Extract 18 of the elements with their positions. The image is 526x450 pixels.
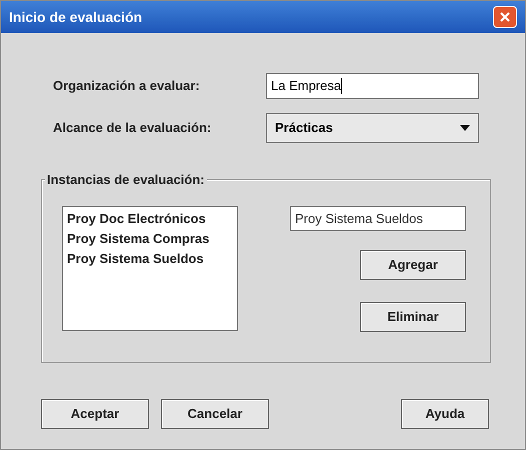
window-title: Inicio de evaluación [9,8,142,26]
close-icon [499,11,511,23]
instance-list[interactable]: Proy Doc Electrónicos Proy Sistema Compras Proy Sistema Sueldos [62,206,238,331]
dropdown-arrow-icon [460,125,470,131]
instance-field[interactable]: Proy Sistema Sueldos [290,206,466,231]
list-item[interactable]: Proy Doc Electrónicos [67,209,237,229]
dialog-button[interactable]: Ayuda [401,399,489,429]
close-button[interactable] [493,6,517,28]
organization-field[interactable]: La Empresa [266,73,479,99]
list-item[interactable]: Proy Sistema Sueldos [67,249,237,269]
list-item[interactable]: Proy Sistema Compras [67,229,237,249]
dialog-button[interactable]: Cancelar [161,399,269,429]
action-button[interactable]: Agregar [360,250,466,280]
action-button[interactable]: Eliminar [360,302,466,332]
field-label: Alcance de la evaluación: [53,119,212,138]
field-label: Organización a evaluar: [53,77,201,96]
scope-dropdown[interactable]: Prácticas [266,113,479,143]
dialog-button[interactable]: Aceptar [41,399,149,429]
